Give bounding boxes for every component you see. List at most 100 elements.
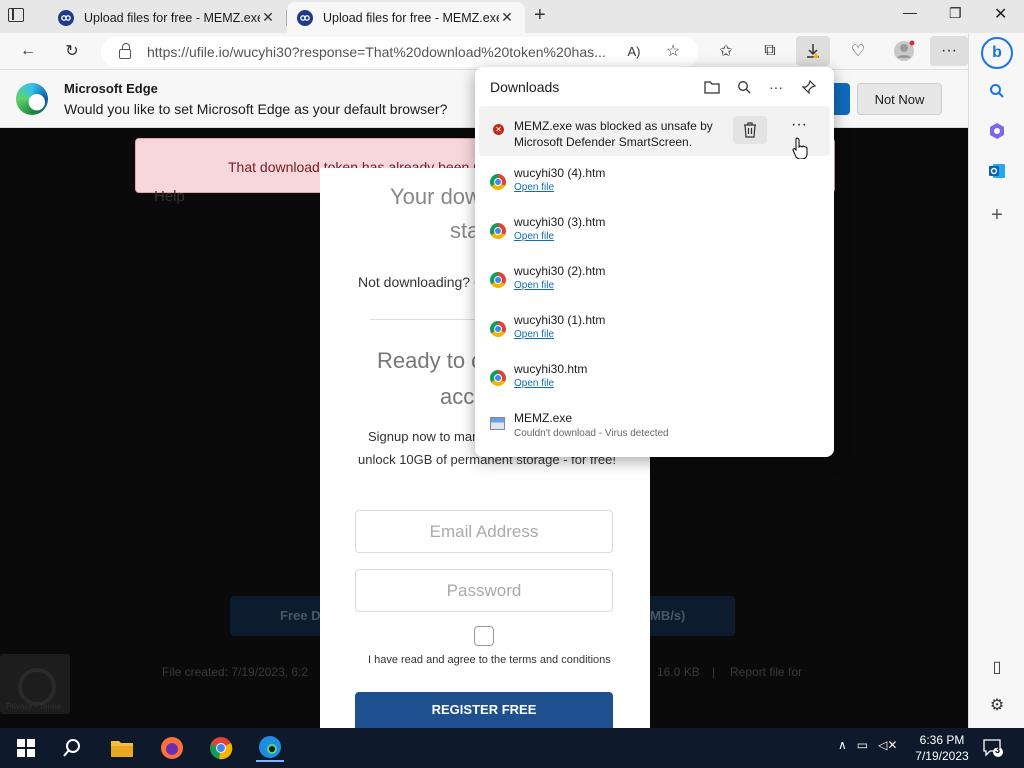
download-speed-label: MB/s) [650, 608, 686, 623]
download-item[interactable]: wucyhi30 (2).htm Open file [475, 258, 834, 306]
blocked-download-item[interactable]: ✕ MEMZ.exe was blocked as unsafe by Micr… [479, 106, 830, 156]
chrome-file-icon [490, 272, 506, 288]
download-item[interactable]: wucyhi30 (1).htm Open file [475, 307, 834, 355]
password-field[interactable]: Password [355, 569, 613, 612]
open-file-link[interactable]: Open file [514, 182, 554, 193]
more-options-icon[interactable]: ··· [766, 77, 786, 97]
url-text[interactable]: https://ufile.io/wucyhi30?response=That%… [147, 44, 607, 60]
refresh-icon[interactable]: ↻ [60, 40, 84, 62]
edge-taskbar-icon[interactable] [256, 734, 284, 762]
close-window-button[interactable]: ✕ [994, 4, 1007, 24]
file-size: 16.0 KB [657, 665, 700, 679]
chrome-icon[interactable] [207, 734, 235, 762]
favorite-star-icon[interactable]: ☆ [661, 40, 685, 62]
tab-close-icon[interactable]: ✕ [499, 9, 515, 26]
browser-essentials-icon[interactable]: ♡ [846, 40, 870, 62]
help-link[interactable]: Help [154, 188, 185, 205]
minimize-button[interactable]: — [903, 4, 917, 20]
windows-start-icon[interactable] [12, 734, 40, 762]
downloads-button[interactable] [796, 36, 830, 66]
tab-title: Upload files for free - MEMZ.exe [84, 10, 260, 25]
download-item[interactable]: wucyhi30 (4).htm Open file [475, 160, 834, 208]
new-tab-button[interactable]: + [534, 4, 546, 27]
edge-logo-icon [16, 83, 48, 115]
sidebar-add-icon[interactable]: + [987, 204, 1007, 226]
exe-file-icon [490, 417, 505, 430]
sidebar-microsoft365-icon[interactable] [987, 121, 1007, 141]
sidebar-toggle-icon[interactable]: ▯ [987, 657, 1007, 677]
terms-checkbox[interactable] [474, 626, 494, 646]
taskbar-search-icon[interactable] [58, 734, 86, 762]
blocked-message: MEMZ.exe was blocked as unsafe by Micros… [514, 119, 713, 149]
notification-count: 3 [995, 745, 1001, 755]
signup-text-line1: Signup now to man [368, 429, 480, 444]
download-item[interactable]: wucyhi30 (3).htm Open file [475, 209, 834, 257]
hand-pointer-cursor-icon [792, 137, 808, 159]
tray-chevron-icon[interactable]: ∧ [838, 738, 847, 752]
lock-icon[interactable] [119, 43, 131, 59]
profile-avatar[interactable] [892, 40, 916, 62]
collections-icon[interactable]: ⧉ [758, 40, 782, 62]
free-download-label: Free D [280, 608, 321, 623]
browser-toolbar: ← ↻ https://ufile.io/wucyhi30?response=T… [0, 33, 1024, 70]
recaptcha-footer[interactable]: Privacy - Terms [6, 702, 61, 711]
ufile-favicon-icon [297, 9, 313, 26]
favorites-icon[interactable]: ✩ [714, 40, 738, 62]
taskbar-clock[interactable]: 6:36 PM 7/19/2023 [914, 732, 970, 764]
open-file-link[interactable]: Open file [514, 280, 554, 291]
recaptcha-badge[interactable]: Privacy - Terms [0, 654, 70, 714]
system-tray: ∧ ▭ ◁✕ [838, 738, 897, 752]
firefox-icon[interactable] [158, 734, 186, 762]
back-arrow-icon[interactable]: ← [16, 40, 40, 62]
tab-close-icon[interactable]: ✕ [260, 9, 276, 26]
tab-strip: Upload files for free - MEMZ.exe ✕ Uploa… [0, 0, 1024, 33]
pin-icon[interactable] [799, 77, 819, 97]
sidebar-outlook-icon[interactable] [987, 161, 1007, 181]
not-downloading-text: Not downloading? C [358, 274, 485, 290]
infobar-title: Microsoft Edge [64, 81, 158, 96]
register-free-button[interactable]: REGISTER FREE [355, 692, 613, 728]
ufile-favicon-icon [58, 9, 74, 26]
edge-sidebar: b + ▯ ⚙ [968, 33, 1024, 728]
blocked-error-icon: ✕ [493, 124, 504, 135]
file-explorer-icon[interactable] [108, 734, 136, 762]
notification-center-icon[interactable]: 3 [982, 737, 1004, 759]
clock-date: 7/19/2023 [915, 749, 969, 763]
read-aloud-icon[interactable]: A) [622, 40, 646, 62]
bing-copilot-icon[interactable]: b [981, 37, 1013, 69]
infobar-message: Would you like to set Microsoft Edge as … [64, 101, 448, 117]
tab-title: Upload files for free - MEMZ.exe [323, 10, 499, 25]
open-file-link[interactable]: Open file [514, 329, 554, 340]
downloads-title: Downloads [490, 79, 560, 95]
tab-1[interactable]: Upload files for free - MEMZ.exe ✕ [48, 2, 286, 33]
email-field[interactable]: Email Address [355, 510, 613, 553]
report-file-link[interactable]: Report file for [730, 665, 802, 679]
download-file-name: wucyhi30.htm [514, 362, 588, 376]
open-file-link[interactable]: Open file [514, 378, 554, 389]
search-downloads-icon[interactable] [734, 77, 754, 97]
open-file-link[interactable]: Open file [514, 231, 554, 242]
network-icon[interactable]: ▭ [857, 738, 868, 752]
open-folder-icon[interactable] [702, 77, 722, 97]
address-bar[interactable]: https://ufile.io/wucyhi30?response=That%… [101, 37, 698, 67]
sidebar-search-icon[interactable] [987, 81, 1007, 101]
sidebar-settings-gear-icon[interactable]: ⚙ [987, 695, 1007, 715]
terms-label: I have read and agree to the terms and c… [368, 654, 611, 666]
downloads-panel: Downloads ··· ✕ MEMZ.exe was blocked as … [475, 67, 834, 457]
tab-2-active[interactable]: Upload files for free - MEMZ.exe ✕ [287, 2, 525, 33]
not-now-button[interactable]: Not Now [857, 83, 942, 115]
settings-more-button[interactable]: ··· [930, 36, 968, 66]
failed-download-item[interactable]: MEMZ.exe Couldn't download - Virus detec… [475, 401, 834, 449]
restore-button[interactable]: ❐ [949, 5, 962, 22]
chrome-file-icon [490, 321, 506, 337]
download-item[interactable]: wucyhi30.htm Open file [475, 356, 834, 404]
download-file-name: wucyhi30 (4).htm [514, 166, 606, 180]
download-file-name: wucyhi30 (1).htm [514, 313, 606, 327]
volume-muted-icon[interactable]: ◁✕ [878, 738, 897, 752]
tab-actions-icon[interactable] [8, 8, 24, 22]
download-heading: Your dow [390, 184, 481, 209]
failed-file-name: MEMZ.exe [514, 411, 573, 425]
delete-trash-icon[interactable] [733, 116, 767, 144]
ready-heading: Ready to c [377, 348, 483, 373]
download-file-name: wucyhi30 (2).htm [514, 264, 606, 278]
